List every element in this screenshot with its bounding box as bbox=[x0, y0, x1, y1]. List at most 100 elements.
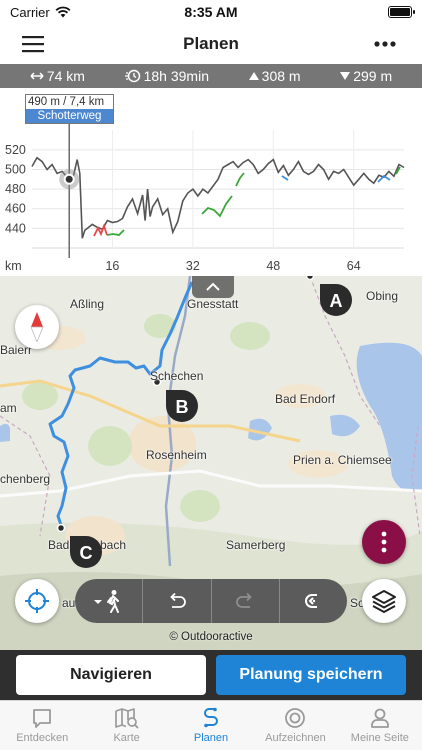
place-label: Schechen bbox=[150, 369, 204, 383]
profile-tooltip: 490 m / 7,4 km Schotterweg bbox=[25, 94, 114, 124]
redo-button[interactable] bbox=[212, 579, 280, 623]
tab-meine-seite[interactable]: Meine Seite bbox=[338, 701, 422, 750]
redo-icon bbox=[236, 593, 252, 608]
hiker-icon bbox=[93, 590, 119, 613]
wifi-icon bbox=[55, 6, 71, 18]
elevation-profile[interactable]: 440 460 480 500 520 16 32 48 64 km 490 m / 7,4 km… bbox=[0, 88, 422, 276]
tooltip-value: 490 m / 7,4 km bbox=[28, 96, 105, 108]
place-label: au bbox=[62, 596, 76, 610]
y-tick-label: 500 bbox=[5, 162, 26, 176]
route-planning-icon bbox=[204, 707, 218, 728]
place-label: Aßling bbox=[70, 297, 105, 311]
tab-aufzeichnen[interactable]: Aufzeichnen bbox=[253, 701, 337, 750]
battery-icon bbox=[388, 6, 415, 18]
nav-bar: Planen bbox=[0, 24, 422, 64]
stat-descent-value: 299 m bbox=[353, 68, 393, 84]
x-tick-label: 32 bbox=[186, 259, 200, 273]
locate-button[interactable] bbox=[15, 579, 59, 623]
y-tick-label: 480 bbox=[5, 182, 26, 196]
undo-button[interactable] bbox=[143, 579, 212, 623]
map-view[interactable]: Aßling Gnesstatt Obing Baierr Schechen B… bbox=[0, 276, 422, 650]
more-dots-icon bbox=[374, 41, 396, 47]
tab-karte[interactable]: Karte bbox=[84, 701, 168, 750]
waypoint-label-b: B bbox=[175, 397, 189, 417]
y-tick-label: 520 bbox=[5, 143, 26, 157]
compass-icon bbox=[30, 312, 44, 342]
x-tick-label: 16 bbox=[105, 259, 119, 273]
layers-button[interactable] bbox=[362, 579, 406, 623]
stat-ascent-value: 308 m bbox=[261, 68, 301, 84]
user-icon bbox=[370, 708, 389, 728]
hamburger-icon bbox=[22, 36, 44, 53]
navigate-button[interactable]: Navigieren bbox=[16, 655, 206, 695]
waypoint-marker-a[interactable]: A bbox=[318, 282, 354, 318]
waypoint-marker-c[interactable]: C bbox=[68, 534, 104, 570]
place-label: chenberg bbox=[0, 472, 51, 486]
save-plan-button[interactable]: Planung speichern bbox=[216, 655, 406, 695]
planning-toolbar bbox=[75, 579, 347, 623]
blue-segment-2 bbox=[377, 174, 391, 183]
crosshair-icon bbox=[25, 589, 49, 613]
return-to-start-button[interactable] bbox=[280, 579, 347, 623]
blue-segment bbox=[281, 175, 289, 181]
distance-icon bbox=[30, 72, 44, 80]
waypoint-label-c: C bbox=[79, 543, 93, 563]
tab-entdecken[interactable]: Entdecken bbox=[0, 701, 84, 750]
place-label: Samerberg bbox=[226, 538, 286, 552]
stat-distance-value: 74 km bbox=[46, 68, 85, 84]
clock-icon bbox=[124, 69, 140, 83]
place-label: Obing bbox=[366, 289, 399, 303]
carrier-label: Carrier bbox=[10, 4, 50, 20]
compass-button[interactable] bbox=[15, 305, 59, 349]
status-bar: Carrier 8:35 AM bbox=[0, 0, 422, 24]
waypoint-marker-b[interactable]: B bbox=[164, 388, 200, 424]
tab-label: Planen bbox=[193, 732, 229, 744]
stats-bar: 74 km 18h 39min 308 m 299 m bbox=[0, 64, 422, 88]
collapse-profile-button[interactable] bbox=[192, 276, 234, 298]
flat-segment-green bbox=[106, 229, 125, 236]
stat-duration: 18h 39min bbox=[124, 68, 209, 84]
stat-distance: 74 km bbox=[30, 68, 85, 84]
map-search-icon bbox=[114, 708, 139, 729]
flat-segment-green-2 bbox=[201, 195, 233, 218]
x-tick-label: 64 bbox=[347, 259, 361, 273]
x-tick-label: 48 bbox=[266, 259, 280, 273]
speech-bubble-icon bbox=[33, 709, 52, 728]
tab-label: Aufzeichnen bbox=[265, 732, 326, 744]
place-label: Prien a. Chiemsee bbox=[293, 453, 392, 467]
page-title: Planen bbox=[183, 34, 239, 53]
descent-icon bbox=[340, 72, 351, 80]
position-marker[interactable] bbox=[63, 173, 75, 185]
tab-label: Entdecken bbox=[16, 732, 69, 744]
stat-ascent: 308 m bbox=[248, 68, 301, 84]
tab-bar: Entdecken Karte Planen Aufzeichnen Meine… bbox=[0, 700, 422, 750]
place-label: Bad Endorf bbox=[275, 392, 336, 406]
ascent-icon bbox=[248, 72, 259, 80]
stat-duration-value: 18h 39min bbox=[143, 68, 209, 84]
more-button[interactable] bbox=[370, 30, 400, 58]
options-fab[interactable] bbox=[362, 520, 406, 564]
place-label: Gnesstatt bbox=[187, 297, 239, 311]
place-label: Rosenheim bbox=[146, 448, 207, 462]
place-label: Bad bbox=[48, 538, 70, 552]
tab-label: Karte bbox=[113, 732, 140, 744]
tab-planen[interactable]: Planen bbox=[169, 701, 253, 750]
stat-descent: 299 m bbox=[340, 68, 392, 84]
tooltip-surface: Schotterweg bbox=[26, 109, 113, 123]
menu-button[interactable] bbox=[18, 30, 48, 58]
undo-icon bbox=[170, 593, 186, 608]
routing-mode-button[interactable] bbox=[75, 579, 144, 623]
record-icon bbox=[285, 708, 306, 728]
map-attribution[interactable]: © Outdooractive bbox=[0, 631, 422, 643]
layers-icon bbox=[372, 590, 396, 613]
status-left: Carrier bbox=[10, 5, 71, 20]
more-vertical-icon bbox=[381, 531, 387, 553]
action-bar: Navigieren Planung speichern bbox=[0, 650, 422, 700]
y-tick-label: 440 bbox=[5, 221, 26, 235]
x-unit-label: km bbox=[5, 259, 22, 273]
place-label: am bbox=[0, 401, 17, 415]
return-route-icon bbox=[305, 594, 318, 608]
tab-label: Meine Seite bbox=[350, 732, 409, 744]
y-tick-label: 460 bbox=[5, 202, 26, 216]
chevron-up-icon bbox=[206, 282, 220, 291]
